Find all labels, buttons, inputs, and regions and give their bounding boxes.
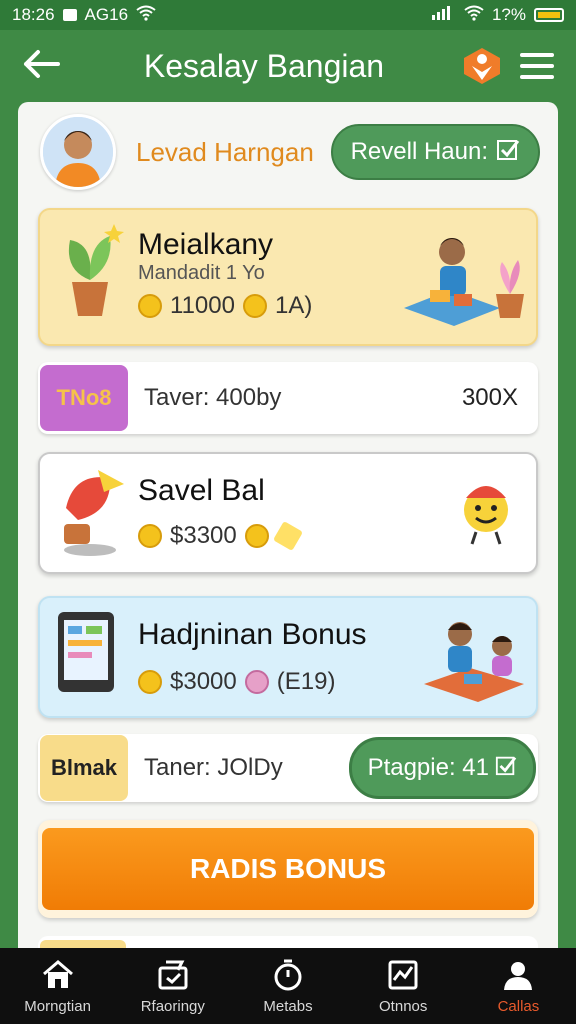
- card-amount: 11000: [170, 292, 235, 319]
- child-playing-icon: [400, 224, 532, 337]
- card-title: Meialkany: [138, 228, 274, 261]
- notification-icon: [62, 9, 77, 21]
- card-amount-row: $3300: [138, 520, 303, 552]
- nav-label: Rfaoringy: [140, 997, 205, 1015]
- check-icon: [495, 754, 517, 783]
- card-title: Hadjninan Bonus: [138, 618, 367, 651]
- gift-coin-icon: [244, 670, 269, 694]
- card-extra: (E19): [276, 668, 336, 695]
- battery-percent: 1?%: [491, 5, 526, 24]
- nav-label: Callas: [497, 997, 540, 1015]
- children-playing-icon: [420, 612, 530, 713]
- status-time: 18:26: [12, 5, 55, 24]
- bottom-navigation: Morngtian Rfaoringy Metabs Otnnos Callas: [0, 948, 576, 1024]
- reward-card-hadjninan-bonus[interactable]: Hadjninan Bonus $3000 (E19): [38, 596, 538, 718]
- profile-header: Levad Harngan Revell Haun:: [40, 112, 540, 192]
- nav-item-rfaoringy[interactable]: Rfaoringy: [115, 948, 230, 1024]
- profile-name: Levad Harngan: [136, 136, 314, 167]
- home-icon: [42, 959, 73, 988]
- smiley-mascot-icon: [454, 474, 518, 551]
- hamburger-menu-icon[interactable]: [520, 53, 554, 79]
- coin-icon: [138, 524, 162, 548]
- coin-icon: [138, 294, 162, 318]
- wifi-icon-right: [464, 5, 484, 26]
- signal-icon: [430, 5, 456, 26]
- card-amount-row: 11000 1A): [138, 292, 312, 320]
- status-carrier: AG16: [84, 5, 129, 24]
- tablet-icon: [54, 608, 118, 705]
- profile-icon: [504, 961, 533, 990]
- taner-text: Taner: JOlDy: [144, 754, 283, 781]
- prepaid-button[interactable]: Ptagpie: 41: [348, 737, 536, 799]
- battery-icon: [534, 8, 564, 22]
- nav-label: Otnnos: [379, 997, 428, 1015]
- nav-item-otnnos[interactable]: Otnnos: [346, 948, 461, 1024]
- coin-icon: [242, 294, 267, 318]
- back-arrow-icon[interactable]: [22, 46, 66, 86]
- nav-item-home[interactable]: Morngtian: [0, 948, 115, 1024]
- nav-item-metabs[interactable]: Metabs: [230, 948, 345, 1024]
- coin-icon: [138, 670, 162, 694]
- app-bar: Kesalay Bangian: [0, 30, 576, 102]
- nav-item-callas[interactable]: Callas: [461, 948, 576, 1024]
- card-subtitle: Mandadit 1 Yo: [138, 262, 265, 284]
- taver-value: 300Χ: [461, 384, 518, 411]
- taver-text: Taver: 400by: [144, 384, 282, 411]
- card-amount: $3300: [170, 522, 237, 549]
- card-title: Savel Bal: [138, 474, 265, 507]
- nav-label: Morngtian: [24, 997, 91, 1015]
- card-amount: $3000: [170, 668, 237, 695]
- reward-card-savel-bal[interactable]: Savel Bal $3300: [38, 452, 538, 574]
- app-logo-icon[interactable]: [462, 46, 502, 86]
- reveal-button-label: Revell Haun:: [350, 138, 488, 165]
- taner-row[interactable]: Blmak Taner: JOlDy Ptagpie: 41: [38, 734, 538, 802]
- prepaid-button-label: Ptagpie: 41: [367, 754, 489, 781]
- coin-icon: [244, 524, 269, 548]
- avatar[interactable]: [40, 114, 116, 190]
- page-title: Kesalay Bangian: [143, 47, 385, 84]
- taver-tag: TNo8: [40, 365, 128, 431]
- check-icon: [496, 137, 520, 168]
- main-panel: Levad Harngan Revell Haun: Meialkany Man…: [18, 102, 558, 952]
- gem-icon: [272, 520, 303, 552]
- radis-bonus-label: RADIS BONUS: [42, 828, 534, 910]
- taver-row[interactable]: TNo8 Taver: 400by 300Χ: [38, 362, 538, 434]
- chart-icon: [388, 960, 418, 989]
- rocket-toy-icon: [54, 464, 126, 565]
- radis-bonus-button[interactable]: RADIS BONUS: [38, 820, 538, 918]
- card-extra: 1A): [274, 292, 313, 319]
- ticket-icon: [158, 960, 188, 989]
- timer-icon: [274, 959, 302, 990]
- reveal-button[interactable]: Revell Haun:: [330, 124, 540, 180]
- card-amount-row: $3000 (E19): [138, 668, 335, 696]
- plant-pot-icon: [54, 220, 126, 325]
- reward-card-meialkany[interactable]: Meialkany Mandadit 1 Yo 11000 1A): [38, 208, 538, 346]
- status-bar: 18:26 AG16 1?%: [0, 0, 576, 30]
- wifi-icon: [136, 5, 156, 26]
- taner-tag: Blmak: [40, 735, 128, 801]
- nav-label: Metabs: [263, 997, 313, 1015]
